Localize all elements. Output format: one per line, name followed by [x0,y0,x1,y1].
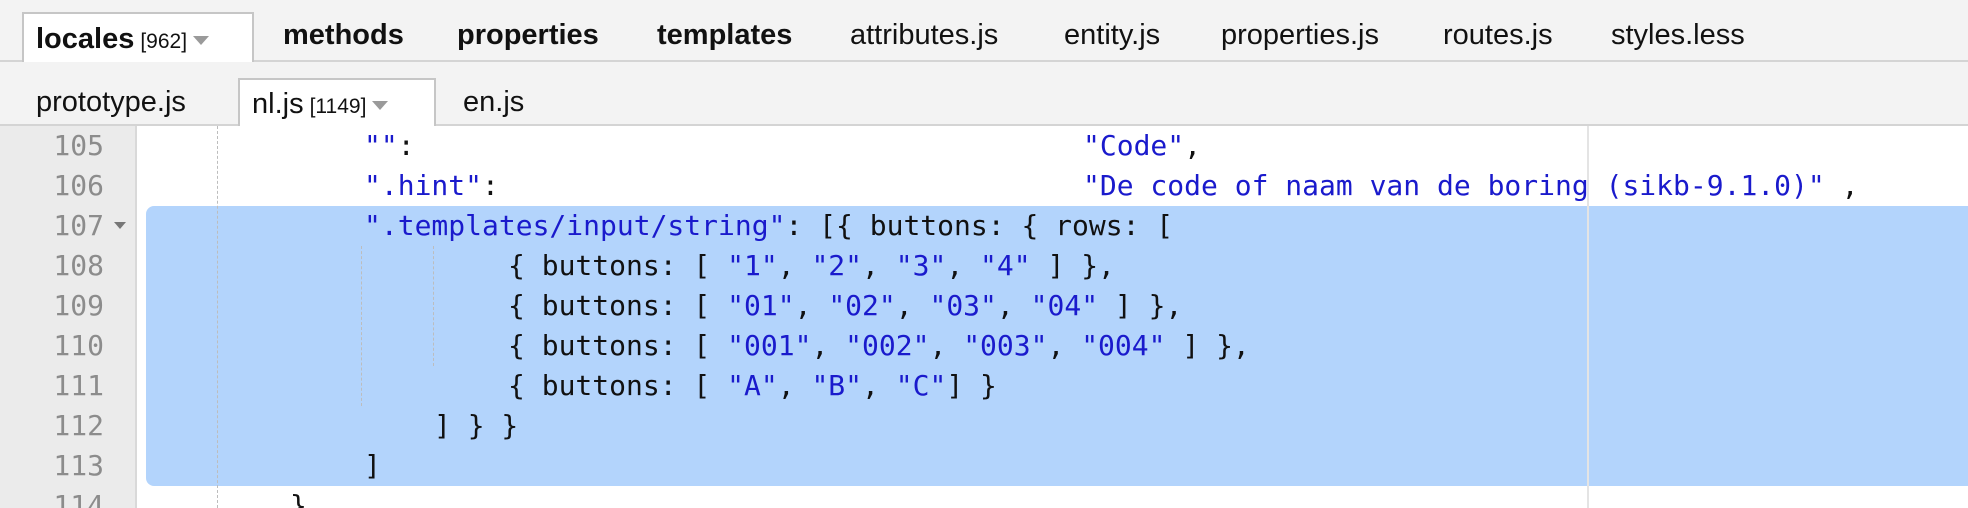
tab-label: properties.js [1221,19,1379,51]
tab-count: [962] [140,30,188,53]
code-line-107: 107 ".templates/input/string": [{ button… [0,206,1968,246]
punctuation: : [397,129,415,162]
code-text: ".hint": [364,166,499,206]
string-token: "1" [727,249,778,282]
line-number: 107 [53,209,104,242]
fold-arrow-icon[interactable] [114,222,126,229]
code-line-106: 106 ".hint": "De code of naam van de bor… [0,166,1968,206]
string-token: "2" [811,249,863,282]
string-token: "03" [929,289,997,322]
code-text: ] } } [434,409,519,442]
file-tab-bar-primary: locales [962] methods properties template… [0,0,1968,62]
tab-label: templates [657,19,793,51]
string-token: "C" [895,369,947,402]
string-token: "Code" [1083,129,1185,162]
code-token: : [{ buttons: { rows: [ [785,209,1174,242]
tab-label: prototype.js [36,86,186,118]
code-text: }, [290,489,324,508]
tab-properties[interactable]: properties [457,10,599,60]
tab-label: methods [283,19,404,51]
string-token: "002" [845,329,930,362]
tab-label: styles.less [1611,19,1745,51]
tab-label: routes.js [1443,19,1553,51]
tab-nl-js[interactable]: nl.js [1149] [238,78,436,128]
line-number: 112 [53,409,104,442]
line-number: 105 [53,129,104,162]
string-token: "A" [727,369,778,402]
string-token: "" [364,129,398,162]
string-token: "001" [727,329,812,362]
code-token: { buttons: [ [508,369,728,402]
line-number: 110 [53,329,104,362]
line-number: 108 [53,249,104,282]
code-line-112: 112 ] } } [0,406,1968,446]
code-text: { buttons: [ "1", "2", "3", "4" ] }, [508,249,1115,282]
code-text: { buttons: [ "001", "002", "003", "004" … [508,329,1250,362]
code-text: ] [364,449,381,482]
code-line-109: 109 { buttons: [ "01", "02", "03", "04" … [0,286,1968,326]
tab-entity-js[interactable]: entity.js [1064,10,1160,60]
code-line-114: 114 }, [0,486,1968,508]
tab-templates[interactable]: templates [657,10,792,60]
code-text: "Code", [1083,126,1201,166]
string-token: "B" [811,369,863,402]
tab-label: en.js [463,86,525,118]
code-text: "": [364,126,415,166]
punctuation: , [1824,169,1859,202]
code-token: ] }, [1098,289,1183,322]
string-token: "3" [895,249,947,282]
string-token: ".hint" [364,169,483,202]
tab-routes-js[interactable]: routes.js [1443,10,1553,60]
tab-label: properties [457,19,599,51]
line-number: 113 [53,449,104,482]
string-token: "003" [963,329,1048,362]
tab-label: entity.js [1064,19,1161,51]
code-text: ".templates/input/string": [{ buttons: {… [364,206,1173,246]
tab-count: [1149] [309,95,367,118]
tab-styles-less[interactable]: styles.less [1611,10,1745,60]
string-token: "004" [1081,329,1166,362]
string-token: "04" [1030,289,1099,322]
code-line-110: 110 { buttons: [ "001", "002", "003", "0… [0,326,1968,366]
punctuation: : [482,169,499,202]
tab-prototype-js[interactable]: prototype.js [36,78,186,126]
string-token: "4" [980,249,1031,282]
tab-properties-js[interactable]: properties.js [1221,10,1379,60]
line-number: 109 [53,289,104,322]
line-number: 114 [53,489,104,508]
chevron-down-icon[interactable] [372,100,389,110]
code-token: ] }, [1165,329,1250,362]
tab-label: attributes.js [850,19,999,51]
tab-attributes-js[interactable]: attributes.js [850,10,998,60]
tab-label: nl.js [252,88,304,120]
punctuation: , [1184,129,1202,162]
code-token: { buttons: [ [508,249,728,282]
code-text: "De code of naam van de boring (sikb-9.1… [1083,166,1858,206]
string-token: "De code of naam van de boring (sikb-9.1… [1083,169,1825,202]
tab-locales[interactable]: locales [962] [22,12,254,62]
code-text: { buttons: [ "01", "02", "03", "04" ] }, [508,289,1183,322]
line-number: 111 [53,369,104,402]
code-line-113: 113 ] [0,446,1968,486]
code-token: ] }, [1030,249,1115,282]
code-token: ] } [946,369,997,402]
code-token: { buttons: [ [508,289,728,322]
tab-methods[interactable]: methods [283,10,404,60]
string-token: ".templates/input/string" [364,209,786,242]
tab-en-js[interactable]: en.js [463,78,524,126]
file-tab-bar-secondary: prototype.js nl.js [1149] en.js [0,62,1968,128]
code-editor[interactable]: 105 "": "Code", 106 ".hint": "De code of… [0,126,1968,508]
code-text: { buttons: [ "A", "B", "C"] } [508,369,997,402]
string-token: "01" [727,289,795,322]
line-number: 106 [53,169,104,202]
string-token: "02" [828,289,896,322]
chevron-down-icon[interactable] [193,35,210,45]
code-line-105: 105 "": "Code", [0,126,1968,166]
code-token: { buttons: [ [508,329,728,362]
code-line-111: 111 { buttons: [ "A", "B", "C"] } [0,366,1968,406]
code-line-108: 108 { buttons: [ "1", "2", "3", "4" ] }, [0,246,1968,286]
tab-label: locales [36,23,135,55]
